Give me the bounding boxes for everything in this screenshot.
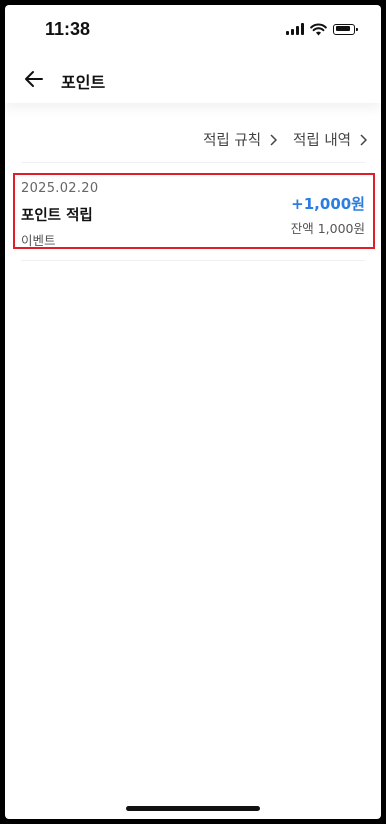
cellular-signal-icon [286,23,304,35]
rules-link[interactable]: 적립 규칙 [203,129,278,150]
page-title: 포인트 [61,73,106,92]
status-icons [286,21,358,37]
chevron-right-icon [270,133,278,146]
link-row: 적립 규칙 적립 내역 [203,129,367,150]
item-category: 이벤트 [21,233,56,248]
chevron-right-icon [360,133,367,146]
home-indicator [126,806,260,811]
history-link[interactable]: 적립 내역 [293,129,367,150]
wifi-icon [310,23,327,35]
status-bar: 11:38 [5,5,381,57]
history-list-item[interactable]: 2025.02.20 포인트 적립 이벤트 +1,000원 잔액 1,000원 [13,173,375,249]
battery-icon [333,23,358,35]
status-time: 11:38 [45,19,91,39]
history-link-label: 적립 내역 [293,133,351,149]
rules-link-label: 적립 규칙 [203,133,262,149]
item-date: 2025.02.20 [21,181,99,196]
item-amount: +1,000원 [291,195,365,213]
item-title: 포인트 적립 [21,208,93,224]
divider [21,260,365,261]
item-balance: 잔액 1,000원 [290,221,365,236]
back-arrow-icon[interactable] [23,68,45,90]
screen: 11:38 포인트 적립 규칙 적립 내역 2025.02.20 포인트 적립 … [5,5,381,819]
divider [21,162,365,163]
nav-bar: 포인트 [5,57,381,103]
